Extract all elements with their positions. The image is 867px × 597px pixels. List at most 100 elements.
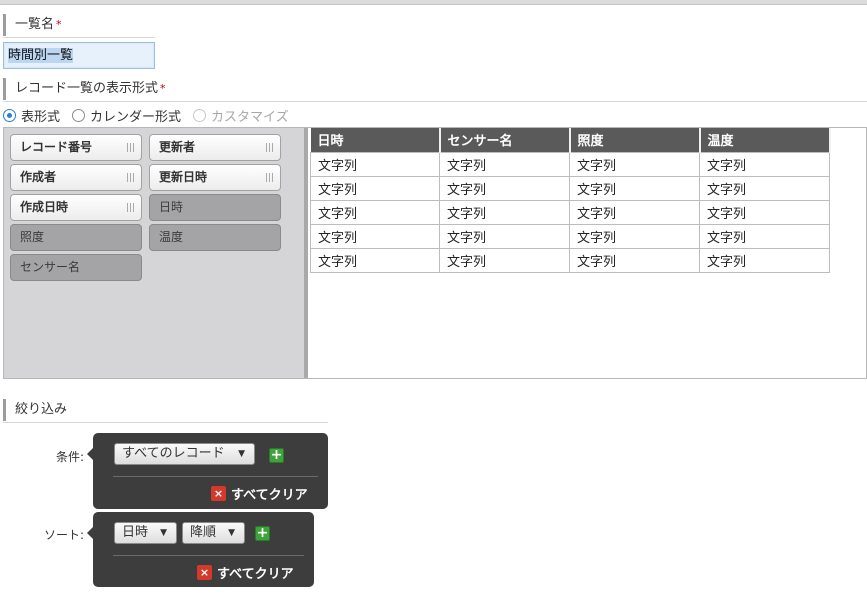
divider [3, 37, 155, 38]
table-cell: 文字列 [569, 199, 700, 225]
divider [3, 422, 328, 423]
required-mark: * [160, 82, 166, 95]
dropdown-value: 降順 [190, 525, 217, 540]
column-header[interactable]: センサー名 [439, 128, 571, 152]
table-cell: 文字列 [310, 199, 440, 225]
field-created-by[interactable]: 作成者 [10, 164, 142, 191]
sort-order-dropdown[interactable]: 降順 ▼ [182, 522, 245, 544]
table-cell: 文字列 [310, 247, 440, 273]
sort-label: ソート: [43, 528, 84, 542]
add-condition-button[interactable]: + [269, 448, 284, 463]
dropdown-arrow-icon: ▼ [160, 528, 167, 538]
radio-selected-icon [3, 108, 16, 122]
field-datetime-used: 日時 [149, 194, 281, 221]
dropdown-arrow-icon: ▼ [238, 449, 245, 459]
clear-x-icon: × [211, 486, 226, 501]
list-layout-editor: レコード番号 更新者 作成者 更新日時 作成日時 日時 照度 温度 センサー名 … [3, 127, 867, 379]
column-header[interactable]: 照度 [569, 128, 701, 152]
divider [113, 555, 304, 556]
top-bar [0, 0, 867, 5]
field-updated-at[interactable]: 更新日時 [149, 164, 281, 191]
drag-handle-icon[interactable] [127, 203, 135, 212]
list-name-input[interactable]: 時間別一覧 [3, 42, 155, 69]
add-sort-button[interactable]: + [255, 526, 270, 541]
field-label: 日時 [159, 200, 184, 214]
radio-disabled-icon [193, 108, 207, 122]
radio-customize: カスタマイズ [193, 106, 289, 125]
drag-handle-icon[interactable] [266, 173, 274, 182]
table-cell: 文字列 [699, 247, 830, 273]
display-format-radio-group: 表形式 カレンダー形式 カスタマイズ [3, 106, 301, 125]
field-updated-by[interactable]: 更新者 [149, 134, 281, 161]
field-sensor-name-used: センサー名 [10, 254, 142, 281]
field-label: 作成者 [20, 170, 57, 184]
filter-label-text: 絞り込み [15, 402, 68, 417]
table-cell: 文字列 [699, 151, 830, 177]
sort-field-dropdown[interactable]: 日時 ▼ [114, 522, 177, 544]
field-label: 温度 [159, 230, 184, 244]
field-palette: レコード番号 更新者 作成者 更新日時 作成日時 日時 照度 温度 センサー名 [4, 128, 308, 378]
drag-handle-icon[interactable] [266, 143, 274, 152]
required-mark: * [56, 18, 62, 31]
clear-conditions-button[interactable]: × すべてクリア [211, 484, 308, 503]
table-cell: 文字列 [699, 199, 830, 225]
field-label: 更新日時 [159, 170, 208, 184]
table-cell: 文字列 [699, 223, 830, 249]
column-header[interactable]: 日時 [310, 128, 441, 152]
table-row: 文字列 文字列 文字列 文字列 [310, 151, 830, 177]
radio-label: カスタマイズ [211, 109, 289, 125]
table-cell: 文字列 [310, 175, 440, 201]
radio-label: 表形式 [21, 109, 61, 125]
list-name-label: 一覧名 * [3, 14, 62, 36]
radio-unselected-icon [72, 108, 86, 122]
field-label: センサー名 [20, 260, 81, 274]
radio-label: カレンダー形式 [90, 109, 182, 125]
radio-table-format[interactable]: 表形式 [3, 106, 60, 125]
condition-box: すべてのレコード ▼ + × すべてクリア [87, 433, 328, 509]
divider [113, 476, 318, 477]
dropdown-value: すべてのレコード [122, 446, 225, 461]
list-name-label-text: 一覧名 [15, 17, 55, 32]
table-cell: 文字列 [569, 175, 700, 201]
table-cell: 文字列 [699, 175, 830, 201]
clear-label: すべてクリア [217, 567, 294, 582]
field-record-number[interactable]: レコード番号 [10, 134, 142, 161]
column-header[interactable]: 温度 [699, 128, 831, 152]
drag-handle-icon[interactable] [127, 173, 135, 182]
field-temperature-used: 温度 [149, 224, 281, 251]
divider [3, 101, 867, 102]
clear-label: すべてクリア [231, 488, 308, 503]
table-cell: 文字列 [439, 199, 570, 225]
condition-dropdown[interactable]: すべてのレコード ▼ [114, 443, 255, 465]
table-row: 文字列 文字列 文字列 文字列 [310, 223, 830, 249]
display-format-label: レコード一覧の表示形式 * [3, 78, 166, 100]
table-row: 文字列 文字列 文字列 文字列 [310, 247, 830, 273]
field-illuminance-used: 照度 [10, 224, 142, 251]
list-name-value: 時間別一覧 [8, 48, 74, 63]
dropdown-arrow-icon: ▼ [228, 528, 235, 538]
drag-handle-icon[interactable] [127, 143, 135, 152]
table-cell: 文字列 [439, 151, 570, 177]
radio-calendar-format[interactable]: カレンダー形式 [72, 106, 181, 125]
display-format-label-text: レコード一覧の表示形式 [15, 81, 159, 96]
field-label: 照度 [20, 230, 45, 244]
table-row: 文字列 文字列 文字列 文字列 [310, 175, 830, 201]
clear-sort-button[interactable]: × すべてクリア [197, 563, 294, 582]
condition-label: 条件: [55, 450, 84, 464]
field-label: レコード番号 [20, 140, 93, 154]
table-cell: 文字列 [310, 151, 440, 177]
list-preview-table: 日時 センサー名 照度 温度 文字列 文字列 文字列 文字列 文字列 文字列 文… [310, 128, 831, 273]
table-cell: 文字列 [569, 151, 700, 177]
table-header-row: 日時 センサー名 照度 温度 [310, 128, 831, 152]
table-row: 文字列 文字列 文字列 文字列 [310, 199, 830, 225]
table-cell: 文字列 [310, 223, 440, 249]
filter-section-label: 絞り込み [3, 399, 67, 421]
field-created-at[interactable]: 作成日時 [10, 194, 142, 221]
table-cell: 文字列 [439, 223, 570, 249]
sort-box: 日時 ▼ 降順 ▼ + × すべてクリア [87, 512, 314, 587]
dropdown-value: 日時 [122, 525, 149, 540]
table-cell: 文字列 [569, 247, 700, 273]
table-cell: 文字列 [439, 175, 570, 201]
table-cell: 文字列 [569, 223, 700, 249]
field-label: 作成日時 [20, 200, 69, 214]
